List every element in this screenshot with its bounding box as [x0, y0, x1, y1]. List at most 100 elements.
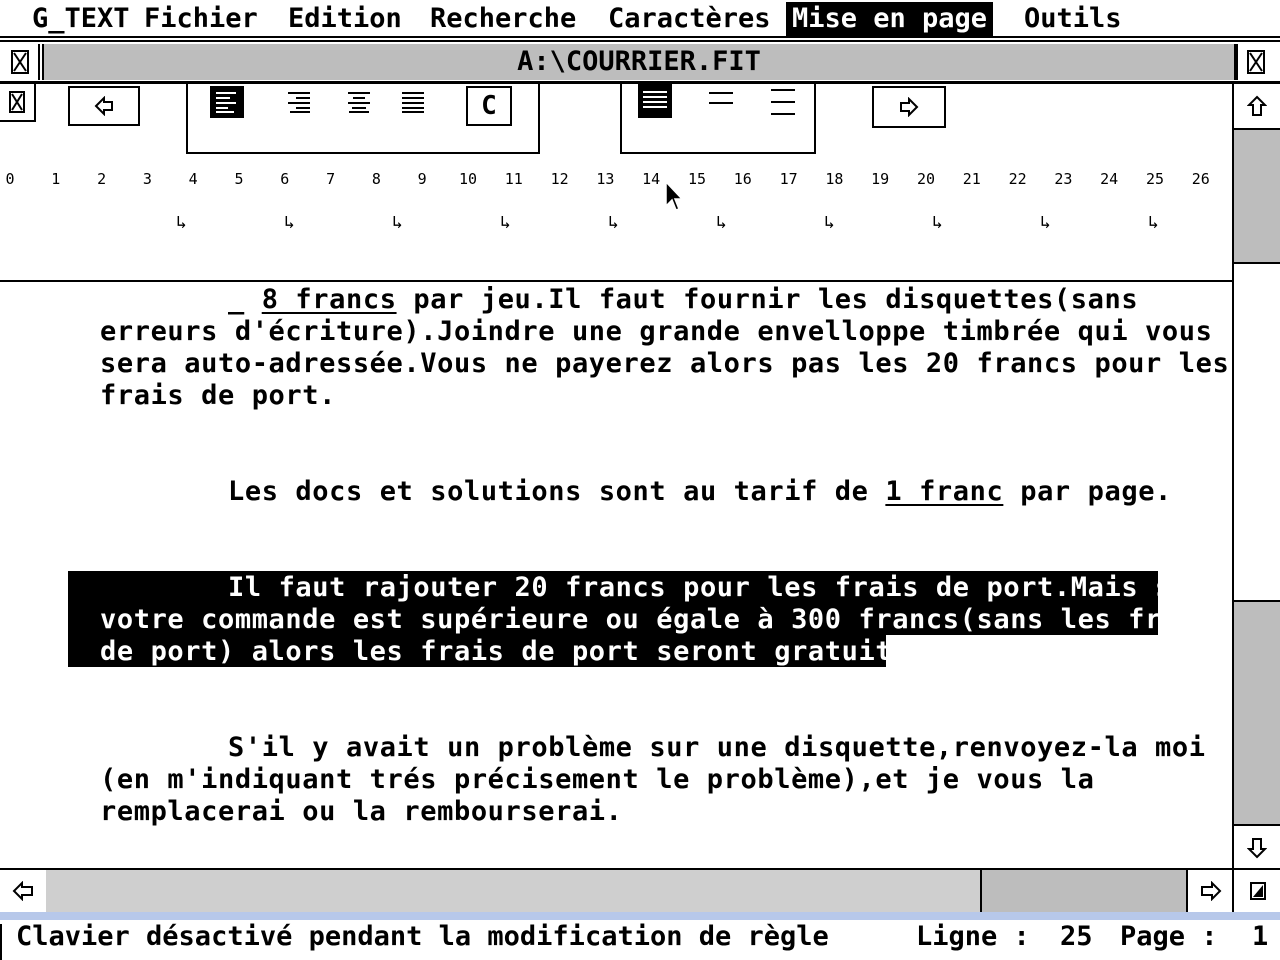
scroll-up-button[interactable] — [1234, 84, 1280, 130]
selected-text-line: Il faut rajouter 20 francs pour les frai… — [228, 572, 1189, 603]
tab-stop-marker[interactable]: ↳ — [608, 212, 619, 233]
ruler-prev-button[interactable] — [68, 86, 140, 126]
menu-recherche[interactable]: Recherche — [424, 2, 582, 36]
window-title-bar[interactable]: A:\COURRIER.FIT — [0, 40, 1280, 84]
selected-text-line: votre commande est supérieure ou égale à… — [100, 604, 1213, 635]
menu-bar: G_TEXT Fichier Edition Recherche Caractè… — [0, 0, 1280, 38]
selected-text-line: de port) alors les frais de port seront … — [100, 636, 926, 667]
text-line: sera auto-adressée.Vous ne payerez alors… — [100, 348, 1230, 379]
tab-stop-marker[interactable]: ↳ — [500, 212, 511, 233]
ruler-number: 22 — [1008, 170, 1027, 188]
ruler-number: 14 — [642, 170, 661, 188]
vertical-scrollbar[interactable] — [1232, 84, 1280, 870]
spacing-double-button[interactable] — [704, 84, 738, 118]
ruler-number: 25 — [1145, 170, 1165, 188]
spacing-triple-button[interactable] — [766, 84, 800, 118]
ruler-close-button[interactable] — [0, 84, 36, 122]
menu-gtext[interactable]: G_TEXT — [26, 2, 136, 36]
text-line: remplacerai ou la rembourserai. — [100, 796, 623, 827]
align-right-button[interactable] — [282, 86, 316, 118]
ruler-number: 0 — [5, 170, 15, 188]
scroll-down-button[interactable] — [1234, 824, 1280, 870]
ruler-number: 17 — [779, 170, 798, 188]
window-fuller-button[interactable] — [1236, 44, 1274, 80]
scroll-right-button[interactable] — [1186, 870, 1234, 912]
horizontal-scroll-thumb[interactable] — [46, 870, 980, 912]
tab-stop-marker[interactable]: ↳ — [932, 212, 943, 233]
tab-stop-marker[interactable]: ↳ — [284, 212, 295, 233]
ruler-number: 1 — [51, 170, 61, 188]
line-label: Ligne : — [916, 921, 1030, 952]
close-icon — [9, 91, 25, 113]
arrow-left-icon — [94, 96, 113, 116]
document-text-area[interactable]: _ 8 francs par jeu.Il faut fournir les d… — [0, 284, 1232, 868]
text-line: erreurs d'écriture).Joindre une grande e… — [100, 316, 1213, 347]
menu-edition[interactable]: Edition — [282, 2, 408, 36]
align-justify-icon — [402, 92, 424, 113]
resize-icon — [1250, 882, 1266, 900]
ruler-number: 13 — [596, 170, 615, 188]
ruler-number: 2 — [97, 170, 107, 188]
ruler-number: 11 — [504, 170, 523, 188]
ruler-number: 8 — [371, 170, 381, 188]
tab-stop-marker[interactable]: ↳ — [716, 212, 727, 233]
align-justify-button[interactable] — [396, 86, 430, 118]
ruler-number: 21 — [962, 170, 981, 188]
ruler-number: 5 — [234, 170, 244, 188]
alignment-group: C — [186, 84, 540, 154]
horizontal-scrollbar[interactable] — [0, 868, 1280, 912]
menu-fichier[interactable]: Fichier — [138, 2, 264, 36]
ruler-next-button[interactable] — [872, 86, 946, 128]
line-number: 25 — [1060, 921, 1093, 952]
ruler-number: 3 — [142, 170, 152, 188]
spacing-single-button[interactable] — [638, 84, 672, 118]
ruler-number: 7 — [326, 170, 336, 188]
arrow-right-icon — [900, 97, 919, 117]
text-line: (en m'indiquant trés précisement le prob… — [100, 764, 1095, 795]
window-title: A:\COURRIER.FIT — [517, 46, 761, 77]
page-number: 1 — [1252, 921, 1269, 952]
ruler-number: 19 — [871, 170, 890, 188]
arrow-left-icon — [12, 881, 33, 901]
ruler-number: 12 — [550, 170, 569, 188]
align-center-icon — [348, 92, 370, 113]
ruler-number: 23 — [1054, 170, 1073, 188]
window-resize-button[interactable] — [1232, 870, 1280, 912]
arrow-down-icon — [1247, 838, 1267, 859]
spacing-triple-icon — [771, 89, 795, 115]
status-bar: Clavier désactivé pendant la modificatio… — [0, 912, 1280, 960]
tab-stop-marker[interactable]: ↳ — [1040, 212, 1051, 233]
arrow-up-icon — [1247, 95, 1267, 116]
ruler-toolbar: C 0 1 2 3 4 5 6 7 8 9 10 11 12 13 14 15 16 17 18 19 20 21 22 2 — [0, 84, 1232, 330]
scroll-thumb-edge — [980, 870, 982, 912]
vertical-scroll-thumb[interactable] — [1234, 262, 1280, 602]
status-message: Clavier désactivé pendant la modificatio… — [16, 921, 829, 952]
menu-mise-en-page[interactable]: Mise en page — [786, 2, 994, 36]
ruler-number: 16 — [733, 170, 752, 188]
text-line: Les docs et solutions sont au tarif de 1… — [228, 476, 1172, 507]
ruler-number: 15 — [687, 170, 707, 188]
window-close-button[interactable] — [2, 44, 40, 80]
ruler-number: 9 — [417, 170, 427, 188]
ruler-number: 20 — [916, 170, 936, 188]
page-label: Page : — [1120, 921, 1218, 952]
menu-caracteres[interactable]: Caractères — [602, 2, 777, 36]
close-icon — [11, 50, 29, 74]
fuller-icon — [1247, 50, 1265, 74]
tab-stop-marker[interactable]: ↳ — [1148, 212, 1159, 233]
ruler-number: 4 — [188, 170, 198, 188]
tab-stop-marker[interactable]: ↳ — [176, 212, 187, 233]
center-c-button[interactable]: C — [466, 86, 512, 126]
menu-outils[interactable]: Outils — [1018, 2, 1128, 36]
spacing-double-icon — [709, 92, 733, 104]
scroll-left-button[interactable] — [0, 870, 48, 912]
title-area: A:\COURRIER.FIT — [42, 44, 1236, 80]
text-line: frais de port. — [100, 380, 336, 411]
ruler-number: 18 — [825, 170, 844, 188]
align-left-button[interactable] — [210, 86, 244, 118]
status-divider — [0, 924, 2, 960]
tab-stop-marker[interactable]: ↳ — [824, 212, 835, 233]
align-center-button[interactable] — [342, 86, 376, 118]
text-line: S'il y avait un problème sur une disquet… — [228, 732, 1206, 763]
tab-stop-marker[interactable]: ↳ — [392, 212, 403, 233]
